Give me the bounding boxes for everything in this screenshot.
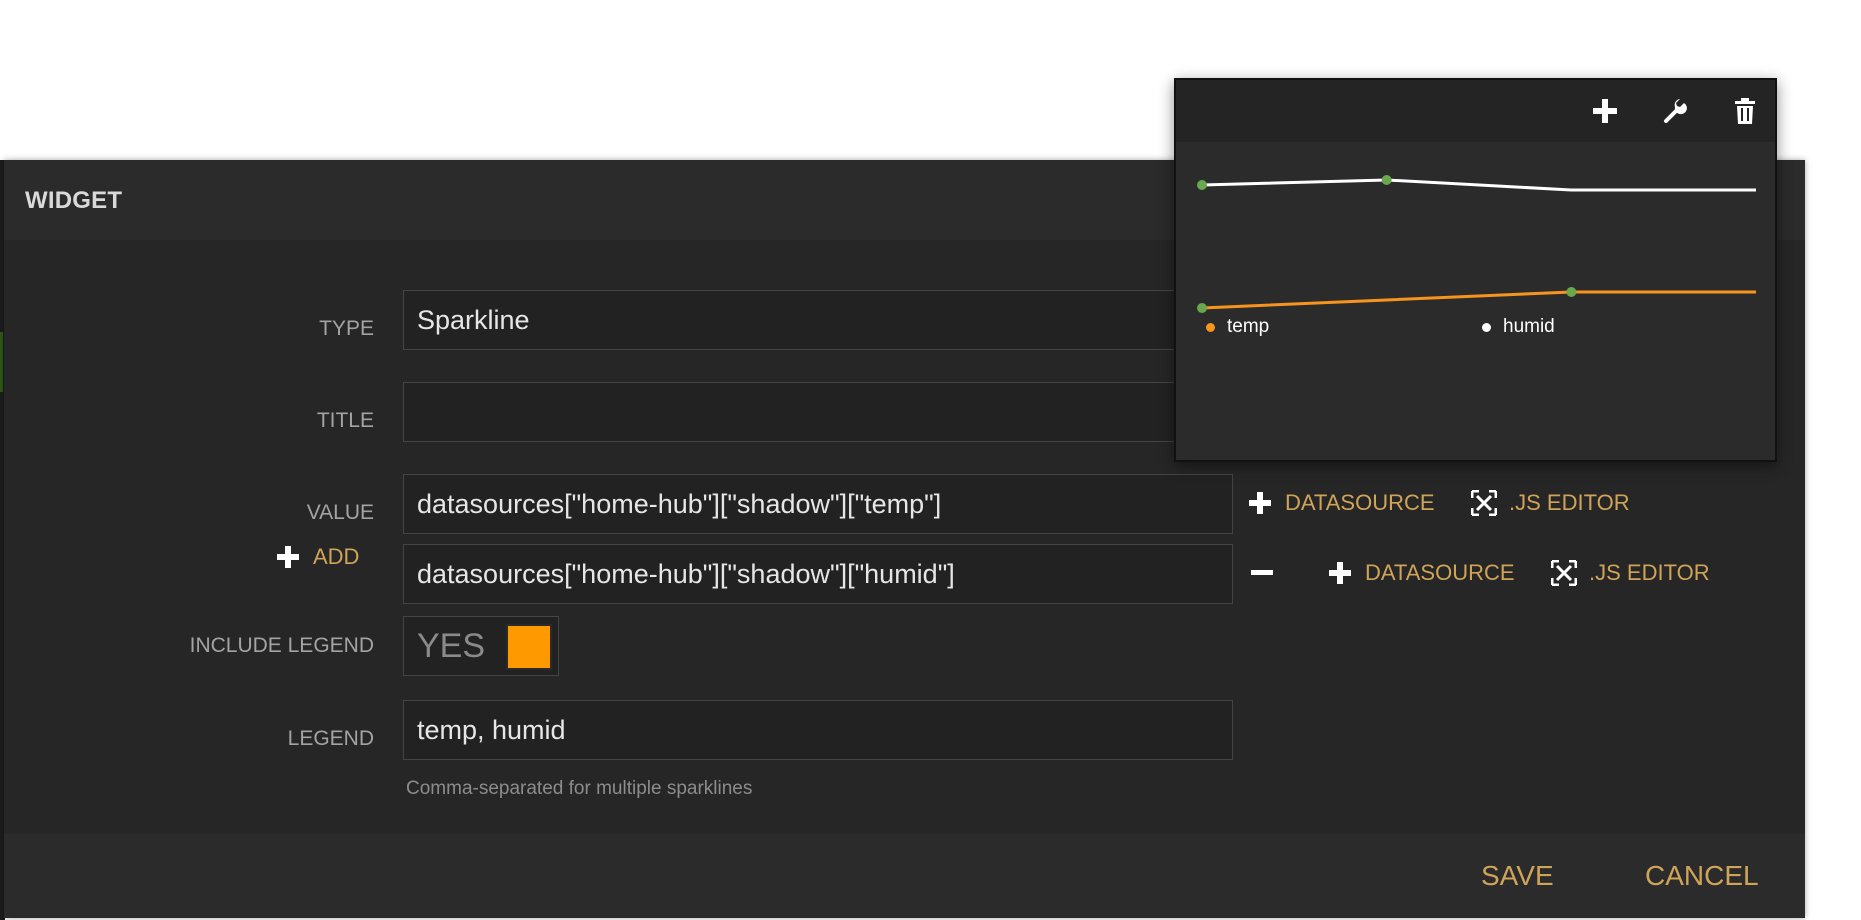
add-value-button[interactable]: ADD [275, 544, 359, 570]
datasource-label: DATASOURCE [1365, 560, 1515, 585]
value-input-2[interactable]: datasources["home-hub"]["shadow"]["humid… [403, 544, 1233, 604]
add-datasource-button-2[interactable]: DATASOURCE [1327, 560, 1515, 586]
dashboard-accent [0, 332, 3, 392]
legend-hint: Comma-separated for multiple sparklines [406, 778, 753, 799]
plus-icon[interactable] [1590, 96, 1620, 126]
sparkline-widget-preview: temp humid [1174, 78, 1777, 462]
legend-label-humid: humid [1503, 316, 1555, 337]
expand-icon [1471, 490, 1497, 516]
legend-label-temp: temp [1227, 316, 1270, 337]
sparkline-humid-point [1197, 180, 1207, 190]
toggle-knob [506, 624, 552, 670]
legend-dot-temp [1206, 322, 1215, 332]
plus-icon [1327, 560, 1353, 586]
toggle-state-text: YES [417, 627, 486, 665]
legend-item-temp: temp [1206, 316, 1269, 338]
dialog-title: WIDGET [25, 187, 123, 214]
value-input-1[interactable]: datasources["home-hub"]["shadow"]["temp"… [403, 474, 1233, 534]
plus-icon [1247, 490, 1273, 516]
widget-toolbar [1176, 80, 1775, 142]
add-label: ADD [313, 544, 360, 569]
dialog-footer: SAVE CANCEL [4, 834, 1805, 918]
legend-input[interactable]: temp, humid [403, 700, 1233, 760]
remove-value-button[interactable] [1249, 560, 1287, 586]
include-legend-label: INCLUDE LEGEND [189, 634, 374, 657]
sparkline-humid-point [1381, 175, 1392, 185]
value-label: VALUE [306, 501, 374, 524]
expand-icon [1551, 560, 1577, 586]
datasource-label: DATASOURCE [1285, 490, 1435, 515]
sparkline-temp-point [1197, 303, 1207, 313]
add-datasource-button-1[interactable]: DATASOURCE [1247, 490, 1435, 516]
save-button[interactable]: SAVE [1481, 860, 1554, 892]
wrench-icon[interactable] [1660, 96, 1690, 126]
js-editor-button-2[interactable]: .JS EDITOR [1551, 560, 1710, 586]
cancel-button[interactable]: CANCEL [1645, 860, 1759, 892]
js-editor-label: .JS EDITOR [1509, 490, 1630, 515]
type-label: TYPE [319, 317, 374, 340]
sparkline-chart [1197, 175, 1756, 313]
sparkline-humid [1201, 178, 1756, 192]
sparkline-temp-point [1566, 287, 1577, 297]
js-editor-button-1[interactable]: .JS EDITOR [1471, 490, 1630, 516]
legend-item-humid: humid [1482, 316, 1555, 338]
trash-icon[interactable] [1730, 96, 1760, 126]
legend-dot-humid [1482, 322, 1491, 332]
plus-icon [275, 544, 301, 570]
sparkline-temp [1201, 290, 1756, 310]
title-label: TITLE [316, 409, 374, 432]
js-editor-label: .JS EDITOR [1589, 560, 1710, 585]
minus-icon [1249, 560, 1275, 586]
legend-label: LEGEND [287, 727, 374, 750]
include-legend-toggle[interactable]: YES [403, 616, 559, 676]
